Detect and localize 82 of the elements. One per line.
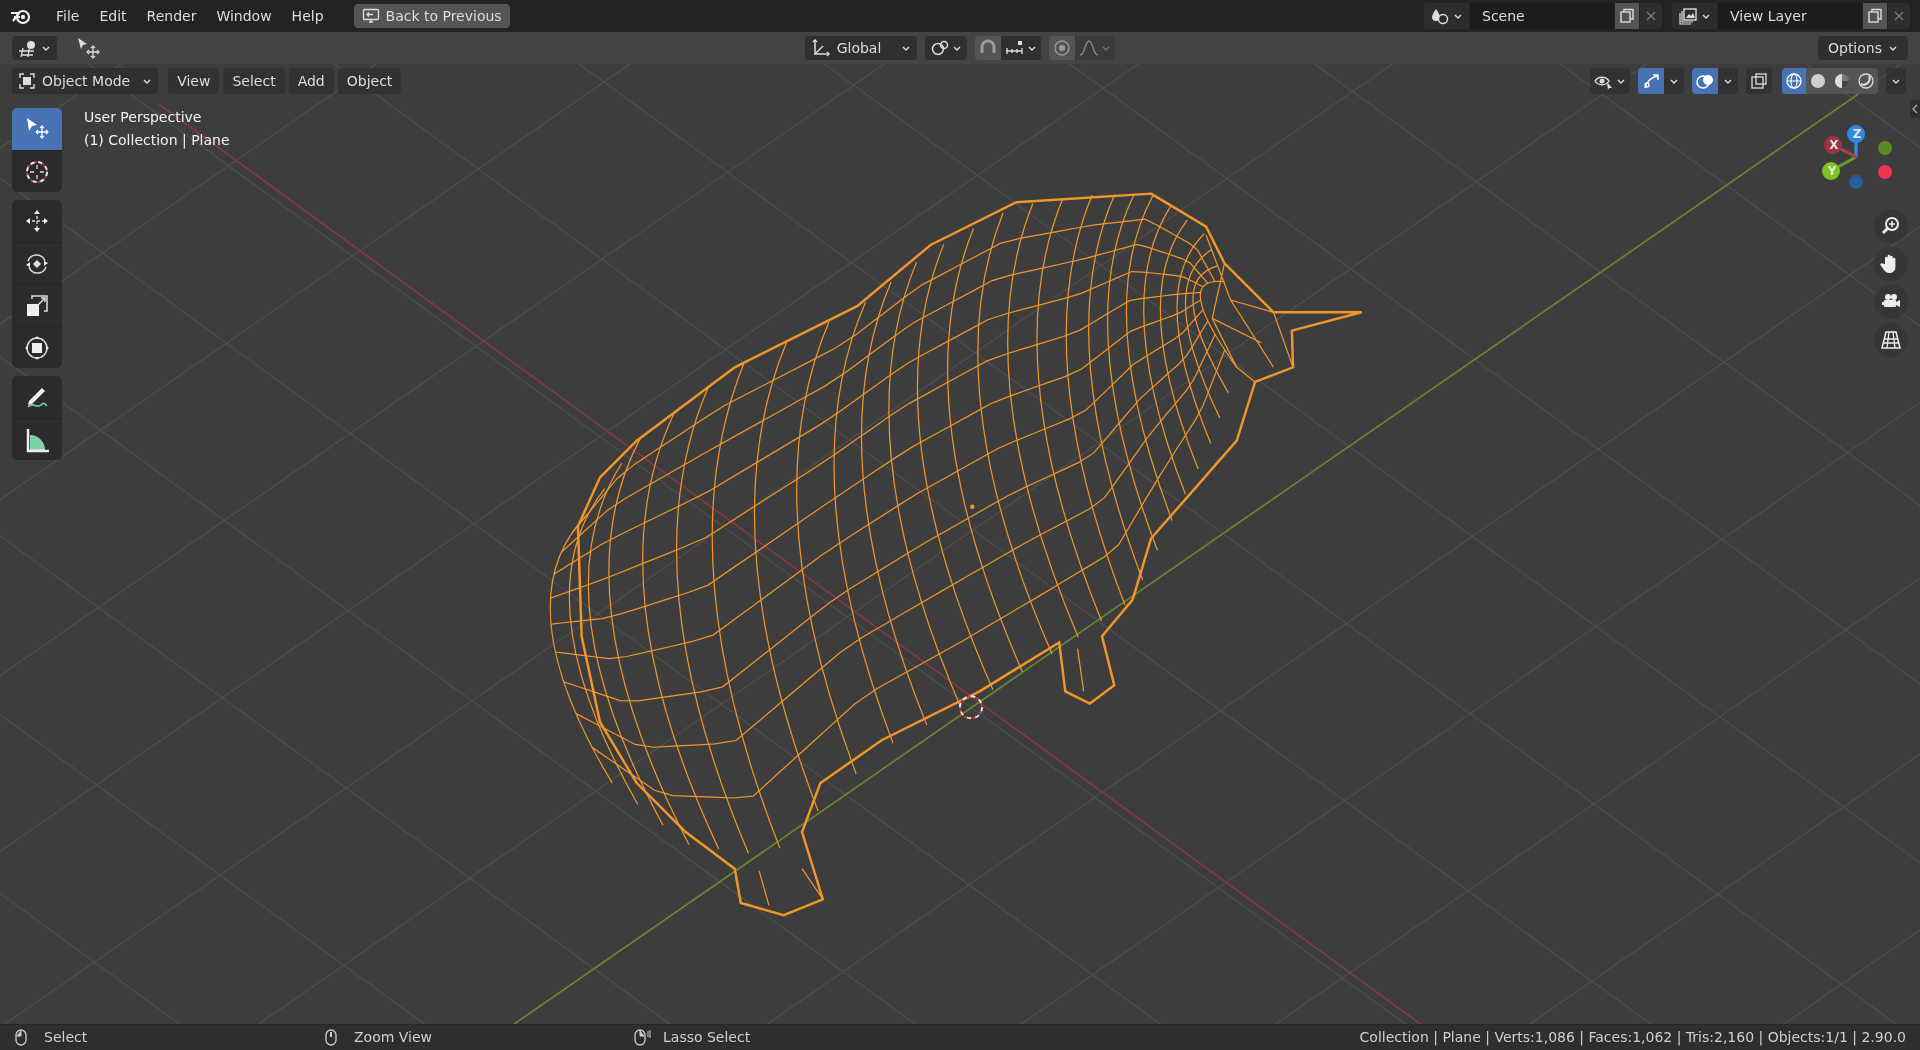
- scene-selector[interactable]: [1424, 3, 1469, 29]
- solid-shading-button[interactable]: [1806, 68, 1830, 94]
- sidebar-toggle[interactable]: [1910, 100, 1920, 118]
- cursor-tool-button[interactable]: [12, 150, 62, 192]
- ortho-toggle-button[interactable]: [1874, 323, 1908, 357]
- axis-label: Y: [1826, 163, 1838, 180]
- snap-toggle[interactable]: [975, 36, 1002, 60]
- menu-item[interactable]: Add: [288, 68, 334, 94]
- app-logo-icon: [10, 7, 32, 25]
- layers-selector[interactable]: [1672, 3, 1717, 29]
- menu-item[interactable]: Edit: [89, 5, 137, 27]
- status-hint: Lasso Select: [663, 1028, 751, 1047]
- material-sphere-icon: [1833, 72, 1851, 90]
- close-icon: [1894, 11, 1904, 21]
- view-layer-field[interactable]: View Layer: [1718, 3, 1862, 29]
- axis-label: Z: [1851, 126, 1863, 143]
- status-hint: Zoom View: [354, 1028, 433, 1047]
- transform-tool-button[interactable]: [12, 326, 62, 368]
- copy-icon: [1867, 8, 1883, 24]
- remove-button[interactable]: [1888, 3, 1910, 29]
- scene-icon: [1430, 7, 1450, 25]
- mode-dropdown[interactable]: Object Mode: [12, 68, 159, 94]
- grid-perspective-icon: [1880, 329, 1902, 351]
- rendered-shading-button[interactable]: [1854, 68, 1878, 94]
- close-icon: [1646, 11, 1656, 21]
- curve-arrow-icon: [1642, 72, 1660, 90]
- xray-toggle[interactable]: [1746, 68, 1772, 94]
- menu-item[interactable]: Select: [223, 68, 285, 94]
- wireframe-shading-button[interactable]: [1782, 68, 1806, 94]
- rendered-sphere-icon: [1857, 72, 1875, 90]
- object-info-label: (1) Collection | Plane: [84, 131, 230, 150]
- duplicate-button[interactable]: [1863, 3, 1887, 29]
- select-tool-button[interactable]: [12, 108, 62, 150]
- status-hint: Select: [44, 1028, 88, 1047]
- zoom-button[interactable]: [1874, 209, 1908, 243]
- target-circle-icon: [1053, 39, 1072, 57]
- wireframe-sphere-icon: [1785, 72, 1803, 90]
- menu-item[interactable]: File: [46, 5, 90, 27]
- options-dropdown[interactable]: Options: [1817, 36, 1908, 60]
- back-to-previous-button[interactable]: Back to Previous: [353, 4, 510, 28]
- remove-button[interactable]: [1640, 3, 1662, 29]
- viewport-icon: [18, 39, 38, 57]
- view-name-label: User Perspective: [84, 108, 203, 127]
- overlays-toggle[interactable]: [1692, 68, 1718, 94]
- visibility-dropdown[interactable]: [1590, 68, 1630, 94]
- menu-item[interactable]: Render: [136, 5, 207, 27]
- solid-sphere-icon: [1809, 72, 1827, 90]
- menu-item[interactable]: Object: [337, 68, 402, 94]
- menu-item[interactable]: Help: [281, 5, 334, 27]
- menu-item[interactable]: View: [168, 68, 220, 94]
- select-move-icon[interactable]: [75, 36, 101, 60]
- pivot-dropdown[interactable]: [925, 36, 968, 60]
- gizmo-toggle[interactable]: [1638, 68, 1664, 94]
- menu-item[interactable]: Window: [206, 5, 282, 27]
- orientation-dropdown[interactable]: Global: [804, 36, 918, 60]
- pivot-icon: [930, 39, 951, 57]
- object-mode-icon: [18, 72, 36, 90]
- overlapping-circles-icon: [1696, 72, 1714, 90]
- chevron-left-icon: [1912, 104, 1918, 114]
- shading-dropdown[interactable]: [1886, 68, 1906, 94]
- zoom-icon: [1880, 215, 1902, 237]
- origin-marker: [959, 695, 983, 720]
- camera-view-button[interactable]: [1874, 285, 1908, 319]
- falloff-curve-icon: [1079, 39, 1100, 57]
- falloff-dropdown[interactable]: [1075, 36, 1116, 60]
- axis-label: X: [1828, 137, 1840, 154]
- measure-tool-button[interactable]: [12, 418, 62, 460]
- snap-target-dropdown[interactable]: [1001, 36, 1042, 60]
- scene-statistics: Collection | Plane | Verts:1,086 | Faces:1,062 | Tris:2,160 | Objects:1/1 | 2.90.0: [1359, 1028, 1906, 1048]
- pan-button[interactable]: [1874, 247, 1908, 281]
- axes-icon: [810, 39, 831, 57]
- object-origin-dot: [970, 504, 975, 509]
- editor-type-selector[interactable]: [12, 36, 57, 60]
- scene-field[interactable]: Scene: [1470, 3, 1614, 29]
- copy-icon: [1619, 8, 1635, 24]
- layers-icon: [1678, 7, 1698, 25]
- overlapping-squares-icon: [1750, 72, 1768, 90]
- duplicate-button[interactable]: [1615, 3, 1639, 29]
- screen-back-icon: [361, 8, 380, 24]
- mouse-icon: [633, 1028, 651, 1047]
- proportional-editing-toggle[interactable]: [1049, 36, 1076, 60]
- increment-icon: [1005, 39, 1026, 57]
